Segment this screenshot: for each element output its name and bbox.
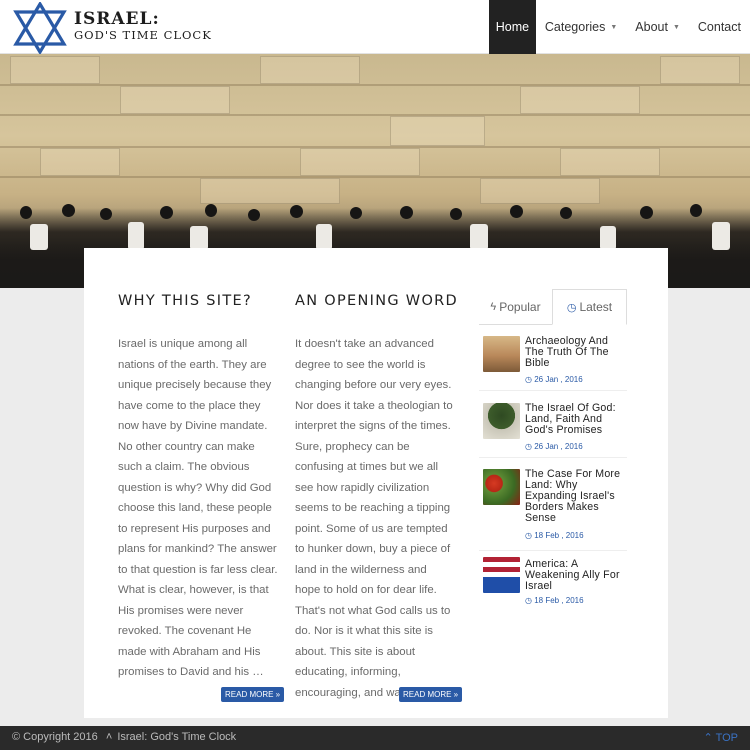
tab-popular-label: Popular <box>499 299 541 314</box>
top-label: TOP <box>715 732 738 744</box>
article-title: AN OPENING WORD <box>295 293 458 309</box>
post-date-text: 26 Jan , 2016 <box>534 442 583 451</box>
post-date-text: 18 Feb , 2016 <box>534 531 584 540</box>
content-card: WHY THIS SITE? Israel is unique among al… <box>84 248 668 718</box>
site-footer: © Copyright 2016 ˄ Israel: God's Time Cl… <box>0 726 750 750</box>
read-more-button[interactable]: READ MORE » <box>221 687 285 702</box>
post-thumbnail <box>483 557 520 593</box>
logo-title: ISRAEL: <box>74 9 160 29</box>
site-logo[interactable]: ISRAEL: GOD'S TIME CLOCK <box>12 2 211 54</box>
tab-latest-label: Latest <box>579 300 613 314</box>
star-of-david-icon <box>13 2 67 54</box>
sidebar-post[interactable]: America: A Weakening Ally For Israel ◷ 1… <box>479 557 627 613</box>
nav-contact-label: Contact <box>697 20 741 34</box>
tab-popular[interactable]: ϟ Popular <box>479 289 552 324</box>
site-header: ISRAEL: GOD'S TIME CLOCK Home Categories… <box>0 0 750 54</box>
post-title: The Israel Of God: Land, Faith And God's… <box>525 402 616 436</box>
post-date: ◷ 26 Jan , 2016 <box>525 442 583 451</box>
copyright-text: © Copyright 2016 ˄ Israel: God's Time Cl… <box>12 731 236 743</box>
article-title: WHY THIS SITE? <box>118 293 252 309</box>
post-thumbnail <box>483 403 520 439</box>
nav-categories[interactable]: Categories ▼ <box>536 0 626 54</box>
bolt-icon: ϟ <box>490 300 497 313</box>
post-title: The Case For More Land: Why Expanding Is… <box>525 468 621 524</box>
post-date: ◷ 26 Jan , 2016 <box>525 375 583 384</box>
footer-site-link[interactable]: Israel: God's Time Clock <box>117 731 236 743</box>
widget-tabs: ϟ Popular ◷ Latest <box>479 289 627 325</box>
back-to-top-link[interactable]: ⌃ TOP <box>704 731 739 744</box>
post-title: Archaeology And The Truth Of The Bible <box>525 335 609 369</box>
chevron-up-icon: ˄ <box>105 731 113 743</box>
post-title: America: A Weakening Ally For Israel <box>525 558 620 592</box>
main-nav: Home Categories ▼ About ▼ Contact <box>488 0 750 54</box>
nav-about-label: About <box>635 20 668 34</box>
post-date-text: 18 Feb , 2016 <box>534 596 584 605</box>
clock-icon: ◷ <box>525 596 535 605</box>
read-more-button[interactable]: READ MORE » <box>399 687 463 702</box>
sidebar-post[interactable]: The Israel Of God: Land, Faith And God's… <box>479 401 627 458</box>
post-date: ◷ 18 Feb , 2016 <box>525 531 584 540</box>
posts-widget: ϟ Popular ◷ Latest Archaeology And The T… <box>479 289 627 605</box>
caret-down-icon: ▼ <box>610 23 618 31</box>
logo-subtitle: GOD'S TIME CLOCK <box>74 28 212 42</box>
article-excerpt: It doesn't take an advanced degree to se… <box>295 338 453 699</box>
nav-home-label: Home <box>495 20 530 34</box>
sidebar-post[interactable]: The Case For More Land: Why Expanding Is… <box>479 467 627 551</box>
sidebar-post[interactable]: Archaeology And The Truth Of The Bible ◷… <box>479 334 627 391</box>
double-chevron-up-icon: ⌃ <box>703 732 716 744</box>
nav-about[interactable]: About ▼ <box>626 0 689 54</box>
nav-contact[interactable]: Contact <box>689 0 750 54</box>
post-date-text: 26 Jan , 2016 <box>534 375 583 384</box>
post-date: ◷ 18 Feb , 2016 <box>525 596 584 605</box>
post-thumbnail <box>483 336 520 372</box>
clock-icon: ◷ <box>525 531 535 540</box>
clock-icon: ◷ <box>525 442 535 451</box>
nav-home[interactable]: Home <box>488 0 536 54</box>
clock-icon: ◷ <box>525 375 535 384</box>
copyright-label: © Copyright 2016 <box>12 731 98 743</box>
caret-down-icon: ▼ <box>672 23 680 31</box>
article-excerpt: Israel is unique among all nations of th… <box>118 338 278 678</box>
clock-icon: ◷ <box>566 301 577 314</box>
tab-latest[interactable]: ◷ Latest <box>552 289 627 325</box>
post-thumbnail <box>483 469 520 505</box>
nav-categories-label: Categories <box>544 20 606 34</box>
